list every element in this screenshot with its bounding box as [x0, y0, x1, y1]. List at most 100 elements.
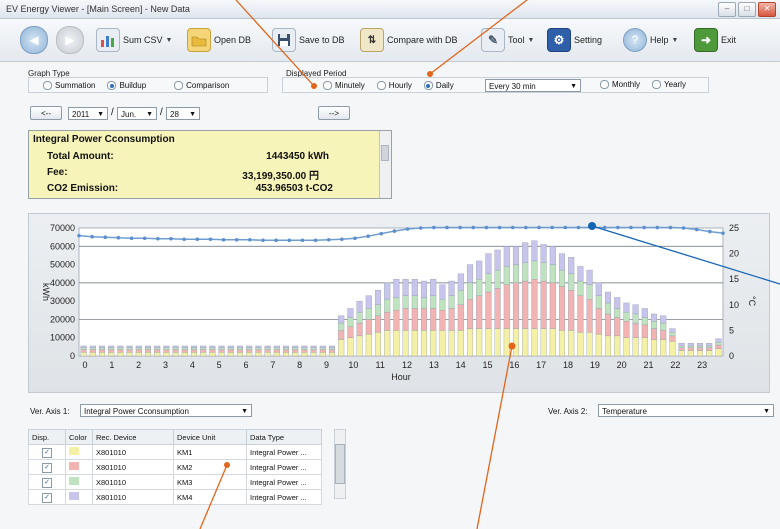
display-checkbox[interactable]: ✓ [42, 447, 52, 458]
month-select[interactable]: Jun. ▼ [117, 107, 157, 120]
bar-segment-km3 [255, 347, 262, 350]
sum-csv-button[interactable]: Sum CSV ▼ [96, 26, 172, 54]
back-button[interactable]: ◀ [20, 26, 48, 54]
bar-segment-km2 [365, 319, 372, 335]
bar-segment-km2 [402, 308, 409, 331]
bar-segment-km4 [356, 300, 363, 313]
bar-segment-km4 [669, 328, 676, 333]
bar-segment-km1 [108, 352, 115, 357]
year-select[interactable]: 2011 ▼ [68, 107, 108, 120]
forward-button[interactable]: ▶ [56, 26, 84, 54]
bar-segment-km2 [384, 311, 391, 331]
bar-segment-km2 [604, 313, 612, 337]
bar-segment-km2 [476, 295, 483, 329]
temperature-point [432, 225, 436, 230]
x-tick-label: 14 [456, 360, 466, 370]
bar-segment-km3 [301, 347, 308, 350]
display-checkbox[interactable]: ✓ [42, 462, 52, 473]
bar-segment-km2 [448, 308, 455, 331]
table-scrollbar[interactable] [334, 429, 346, 499]
chart-area: 0 10000 20000 30000 40000 50000 60000 70000 0 5 10… [28, 213, 770, 393]
col-disp[interactable]: Disp. [28, 429, 66, 445]
close-button[interactable]: ✕ [758, 2, 776, 17]
radio-comparison[interactable]: Comparison [174, 81, 229, 90]
bar-segment-km2 [80, 349, 87, 353]
radio-monthly[interactable]: Monthly [600, 80, 640, 89]
bar-segment-km1 [328, 352, 336, 357]
table-row[interactable]: ✓ X801010 KM2 Integral Power ... [28, 459, 322, 475]
table-row[interactable]: ✓ X801010 KM4 Integral Power ... [28, 489, 322, 505]
save-db-button[interactable]: Save to DB [272, 26, 345, 54]
date-separator: / [111, 107, 114, 118]
bar-segment-km4 [347, 308, 354, 318]
col-data-type[interactable]: Data Type [246, 429, 322, 445]
bar-segment-km1 [200, 352, 207, 357]
bar-segment-km4 [558, 253, 566, 271]
summary-scrollbar[interactable] [379, 131, 391, 198]
exit-button[interactable]: ➜ Exit [694, 26, 736, 54]
axis1-select[interactable]: Integral Power Cconsumption ▼ [80, 404, 252, 417]
setting-button[interactable]: ⚙ Setting [547, 26, 602, 54]
radio-summation[interactable]: Summation [43, 81, 95, 90]
bar-segment-km4 [531, 240, 538, 262]
x-tick-label: 22 [670, 360, 680, 370]
temperature-point [602, 225, 607, 230]
table-row[interactable]: ✓ X801010 KM1 Integral Power ... [28, 444, 322, 460]
bar-segment-km4 [632, 304, 639, 315]
compare-db-label: Compare with DB [387, 35, 458, 45]
y-tick-label: 30000 [50, 296, 75, 306]
radio-minutely[interactable]: Minutely [323, 81, 365, 90]
bar-segment-km3 [393, 297, 400, 311]
radio-buildup[interactable]: Buildup [107, 81, 146, 90]
bar-segment-km2 [430, 308, 437, 331]
bar-segment-km2 [273, 349, 280, 353]
tool-button[interactable]: ✎ Tool ▼ [481, 26, 534, 54]
temperature-point [274, 238, 278, 243]
col-rec-device[interactable]: Rec. Device [92, 429, 174, 445]
bar-segment-km4 [89, 345, 96, 348]
bar-segment-km3 [614, 308, 621, 318]
bar-segment-km4 [246, 345, 253, 348]
bar-segment-km4 [439, 284, 446, 300]
window-controls: – □ ✕ [718, 2, 776, 17]
temperature-point [563, 225, 568, 230]
bar-segment-km4 [301, 345, 308, 348]
compare-db-button[interactable]: ⇅ Compare with DB [360, 26, 458, 54]
setting-label: Setting [574, 35, 603, 45]
bar-segment-km4 [374, 289, 382, 305]
graph-type-group: Summation Buildup Comparison [28, 77, 268, 93]
maximize-button[interactable]: □ [738, 2, 756, 17]
display-checkbox[interactable]: ✓ [42, 477, 52, 488]
x-tick-label: 1 [109, 360, 114, 370]
bar-segment-km1 [632, 337, 639, 357]
bar-segment-km1 [420, 330, 428, 357]
bar-segment-km2 [678, 347, 685, 351]
bar-segment-km4 [126, 345, 133, 348]
radio-yearly[interactable]: Yearly [652, 80, 686, 89]
day-select[interactable]: 28 ▼ [166, 107, 200, 120]
table-row[interactable]: ✓ X801010 KM3 Integral Power ... [28, 474, 322, 490]
next-date-button[interactable]: --> [318, 106, 350, 120]
save-disk-icon [272, 28, 296, 52]
y-tick-label: 60000 [50, 241, 75, 251]
bar-segment-km4 [522, 242, 529, 263]
bar-segment-km3 [632, 313, 639, 324]
radio-hourly[interactable]: Hourly [376, 81, 412, 90]
display-checkbox[interactable]: ✓ [42, 492, 52, 503]
prev-date-button[interactable]: <-- [30, 106, 62, 120]
col-color[interactable]: Color [65, 429, 93, 445]
help-button[interactable]: ? Help ▼ [623, 26, 678, 54]
temperature-point [405, 227, 410, 231]
axis2-select[interactable]: Temperature ▼ [598, 404, 774, 417]
bar-segment-km1 [687, 350, 694, 357]
bar-segment-km1 [457, 330, 464, 357]
minimize-button[interactable]: – [718, 2, 736, 17]
open-db-button[interactable]: Open DB [187, 26, 251, 54]
temperature-point [642, 225, 646, 230]
col-device-unit[interactable]: Device Unit [173, 429, 247, 445]
bar-segment-km2 [549, 282, 556, 329]
rec-device-cell: X801010 [92, 474, 174, 490]
bar-segment-km2 [236, 349, 244, 353]
radio-daily[interactable]: Daily [423, 81, 454, 90]
interval-select[interactable]: Every 30 min ▼ [485, 79, 581, 92]
